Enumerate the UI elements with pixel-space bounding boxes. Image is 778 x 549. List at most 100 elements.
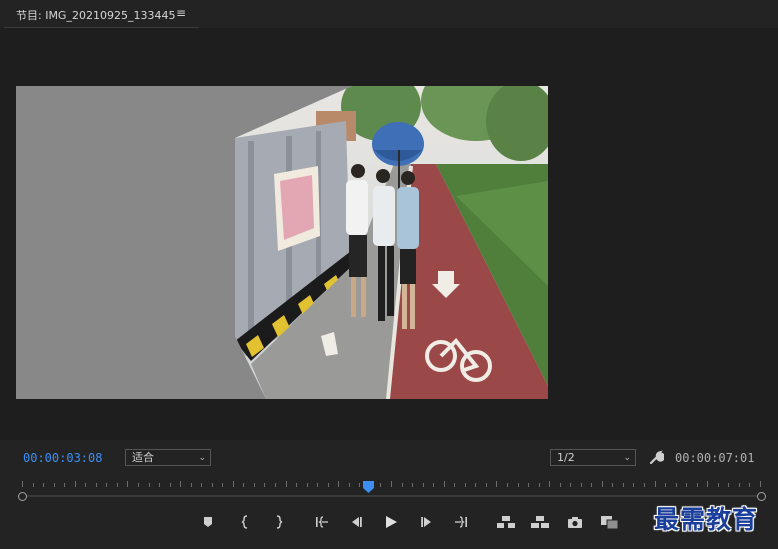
- ruler-tick: [580, 483, 582, 487]
- ruler-tick: [232, 481, 234, 487]
- ruler-tick: [95, 483, 97, 487]
- comparison-view-button[interactable]: [600, 514, 620, 530]
- zoom-scroll-handle-left[interactable]: [18, 492, 27, 501]
- chevron-down-icon: ⌄: [623, 453, 631, 463]
- ruler-tick: [106, 483, 108, 487]
- go-to-out-button[interactable]: [453, 514, 469, 530]
- ruler-tick: [296, 483, 298, 487]
- ruler-tick: [169, 483, 171, 487]
- ruler-tick: [85, 483, 87, 487]
- ruler-tick: [559, 483, 561, 487]
- current-timecode[interactable]: 00:00:03:08: [23, 451, 102, 465]
- ruler-tick: [306, 483, 308, 487]
- ruler-tick: [264, 483, 266, 487]
- duration-timecode: 00:00:07:01: [675, 451, 755, 465]
- ruler-tick: [74, 481, 76, 487]
- ruler-tick: [443, 481, 445, 487]
- play-button[interactable]: [383, 514, 399, 530]
- ruler-tick: [380, 483, 382, 487]
- ruler-tick: [591, 483, 593, 487]
- ruler-tick: [696, 483, 698, 487]
- marker-icon: [204, 517, 212, 527]
- panel-title[interactable]: 节目: IMG_20210925_133445: [16, 7, 175, 23]
- ruler-tick: [222, 483, 224, 487]
- ruler-tick: [32, 483, 34, 487]
- ruler-tick: [665, 483, 667, 487]
- ruler-tick: [190, 483, 192, 487]
- ruler-tick: [401, 483, 403, 487]
- step-back-button[interactable]: [348, 514, 364, 530]
- ruler-tick: [148, 483, 150, 487]
- ruler-tick: [64, 483, 66, 487]
- ruler-tick: [601, 481, 603, 487]
- wrench-icon[interactable]: [648, 449, 666, 465]
- panel-header: 节目: IMG_20210925_133445 ≡: [0, 0, 778, 28]
- hamburger-menu-icon[interactable]: ≡: [176, 6, 186, 20]
- zoom-fit-value: 适合: [132, 451, 154, 464]
- ruler-tick: [243, 483, 245, 487]
- ruler-tick: [538, 483, 540, 487]
- mark-in-button[interactable]: [238, 514, 254, 530]
- lift-button[interactable]: [496, 514, 516, 530]
- ruler-tick: [686, 483, 688, 487]
- watermark-logo: 最需教育: [654, 505, 759, 534]
- ruler-tick: [253, 483, 255, 487]
- ruler-tick: [738, 483, 740, 487]
- export-frame-button[interactable]: [566, 514, 584, 530]
- ruler-tick: [549, 481, 551, 487]
- ruler-tick: [391, 481, 392, 487]
- video-frame-image: [235, 86, 548, 399]
- add-marker-button[interactable]: [200, 514, 216, 530]
- playhead-handle[interactable]: [362, 478, 374, 493]
- ruler-tick: [485, 483, 487, 487]
- video-frame[interactable]: [16, 86, 548, 399]
- ruler-tick: [127, 481, 129, 487]
- time-ruler[interactable]: [16, 478, 766, 492]
- ruler-tick: [644, 483, 646, 487]
- ruler-tick: [327, 483, 329, 487]
- ruler-tick: [528, 483, 530, 487]
- ruler-tick: [433, 483, 435, 487]
- ruler-tick: [654, 481, 656, 487]
- ruler-tick: [517, 483, 519, 487]
- mark-in-icon: [241, 515, 248, 529]
- ruler-tick: [717, 483, 719, 487]
- step-forward-icon: [421, 517, 431, 527]
- ruler-tick: [475, 483, 477, 487]
- ruler-tick: [506, 483, 508, 487]
- program-monitor-panel: 节目: IMG_20210925_133445 ≡ 00:00:03:08 适合…: [0, 0, 778, 549]
- ruler-tick: [570, 483, 572, 487]
- ruler-tick: [422, 483, 424, 487]
- comparison-view-icon: [601, 516, 619, 530]
- zoom-fit-select[interactable]: 适合 ⌄: [125, 449, 211, 466]
- mark-out-button[interactable]: [270, 514, 286, 530]
- ruler-tick: [201, 483, 203, 487]
- ruler-tick: [275, 483, 277, 487]
- zoom-scrollbar[interactable]: [16, 492, 766, 501]
- ruler-tick: [348, 483, 350, 487]
- ruler-tick: [43, 483, 45, 487]
- ruler-tick: [496, 481, 498, 487]
- ruler-tick: [285, 481, 287, 487]
- camera-icon: [568, 517, 582, 528]
- ruler-tick: [675, 483, 677, 487]
- ruler-tick: [760, 481, 761, 487]
- go-to-in-button[interactable]: [314, 514, 330, 530]
- ruler-tick: [454, 483, 456, 487]
- zoom-scroll-track: [22, 495, 760, 497]
- ruler-tick: [180, 481, 182, 487]
- playback-resolution-select[interactable]: 1/2 ⌄: [550, 449, 636, 466]
- ruler-tick: [137, 483, 139, 487]
- extract-icon: [531, 516, 549, 528]
- ruler-tick: [317, 483, 319, 487]
- ruler-tick: [359, 483, 361, 487]
- step-forward-button[interactable]: [419, 514, 435, 530]
- ruler-tick: [116, 483, 118, 487]
- ruler-tick: [633, 483, 635, 487]
- extract-button[interactable]: [530, 514, 550, 530]
- ruler-tick: [728, 483, 730, 487]
- ruler-tick: [159, 483, 161, 487]
- lift-icon: [497, 516, 515, 528]
- chevron-down-icon: ⌄: [198, 453, 206, 463]
- mark-out-icon: [276, 515, 283, 529]
